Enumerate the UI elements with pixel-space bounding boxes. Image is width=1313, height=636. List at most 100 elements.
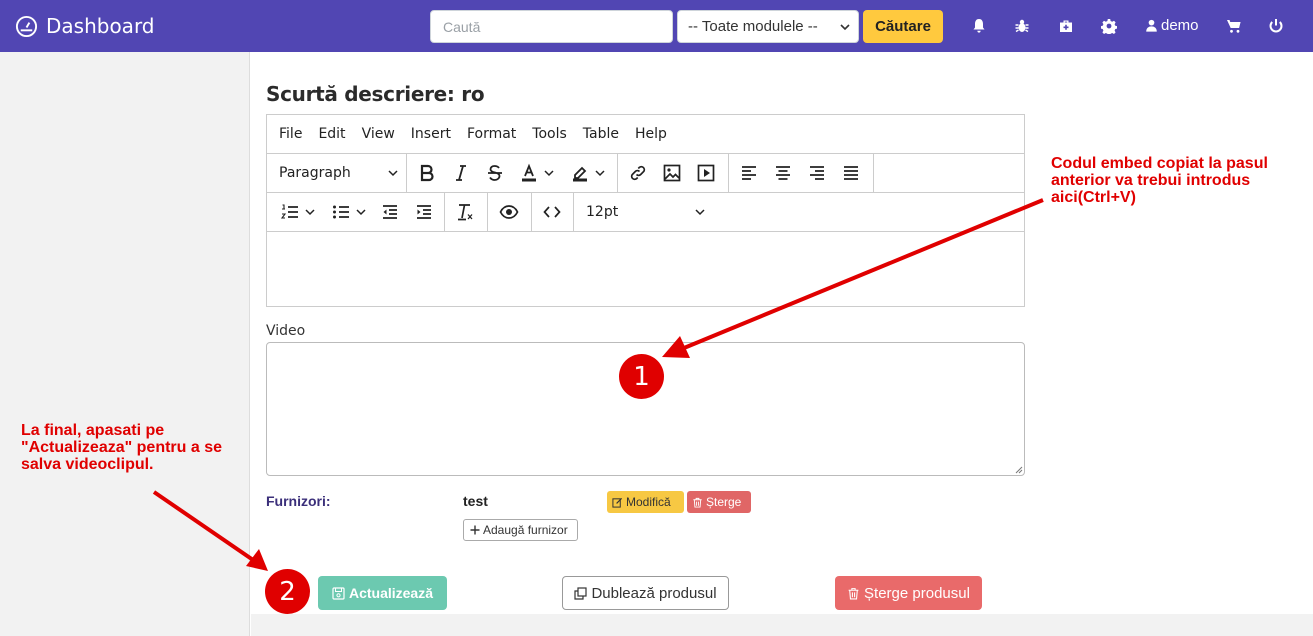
sidebar (0, 52, 250, 636)
add-supplier-label: Adaugă furnizor (483, 523, 568, 537)
italic-button[interactable] (444, 154, 478, 192)
module-select-value: -- Toate modulele -- (688, 18, 818, 35)
menu-insert[interactable]: Insert (411, 126, 451, 142)
block-format-dropdown[interactable]: Paragraph (267, 154, 405, 192)
bug-icon[interactable] (1014, 18, 1030, 34)
section-title: Scurtă descriere: ro (266, 82, 485, 106)
video-label: Video (266, 323, 306, 339)
editor-toolbar-row-1: Paragraph (267, 154, 1024, 193)
chevron-down-icon (695, 209, 705, 216)
strikethrough-icon (488, 165, 502, 181)
duplicate-product-label: Dublează produsul (591, 584, 717, 602)
align-justify-icon (844, 166, 858, 180)
clear-formatting-button[interactable] (448, 193, 482, 231)
bullet-list-icon (333, 205, 349, 219)
preview-button[interactable] (491, 193, 527, 231)
indent-icon (417, 205, 431, 219)
insert-media-button[interactable] (689, 154, 723, 192)
medkit-icon[interactable] (1058, 18, 1074, 34)
chevron-down-icon (595, 170, 605, 177)
bold-button[interactable] (410, 154, 444, 192)
menu-view[interactable]: View (362, 126, 395, 142)
chevron-down-icon (544, 170, 554, 177)
supplier-name: test (463, 493, 488, 509)
copy-icon (574, 586, 588, 600)
chevron-down-icon (356, 209, 366, 216)
module-select[interactable]: -- Toate modulele -- (677, 10, 859, 43)
font-size-value: 12pt (586, 204, 619, 220)
duplicate-product-button[interactable]: Dublează produsul (562, 576, 729, 610)
eye-icon (499, 205, 519, 219)
align-right-button[interactable] (800, 154, 834, 192)
image-icon (663, 164, 681, 182)
user-menu[interactable]: demo (1145, 17, 1199, 34)
text-color-button[interactable] (512, 154, 562, 192)
editor-content-area[interactable] (267, 232, 1024, 306)
top-navbar: Dashboard -- Toate modulele -- Căutare d… (0, 0, 1313, 52)
delete-supplier-label: Șterge (706, 495, 742, 509)
insert-link-button[interactable] (621, 154, 655, 192)
outdent-icon (383, 205, 397, 219)
align-center-icon (776, 166, 790, 180)
menu-table[interactable]: Table (583, 126, 619, 142)
modify-supplier-button[interactable]: Modifică (607, 491, 684, 513)
update-button[interactable]: Actualizează (318, 576, 447, 610)
delete-product-label: Șterge produsul (864, 584, 970, 602)
link-icon (630, 165, 646, 181)
cart-icon[interactable] (1226, 18, 1242, 34)
annotation-note-1: Codul embed copiat la pasul anterior va … (1051, 155, 1268, 206)
align-right-icon (810, 166, 824, 180)
plus-icon (470, 525, 480, 535)
dashboard-gauge-icon (15, 15, 38, 37)
trash-icon (693, 497, 702, 508)
add-supplier-button[interactable]: Adaugă furnizor (463, 519, 578, 541)
chevron-down-icon (388, 170, 398, 177)
user-icon (1146, 19, 1157, 32)
brand-title: Dashboard (46, 14, 155, 38)
menu-tools[interactable]: Tools (532, 126, 567, 142)
delete-product-button[interactable]: Șterge produsul (835, 576, 982, 610)
power-icon[interactable] (1268, 18, 1284, 34)
rich-text-editor: File Edit View Insert Format Tools Table… (266, 114, 1025, 307)
highlight-color-button[interactable] (564, 154, 612, 192)
insert-image-button[interactable] (655, 154, 689, 192)
bullet-list-button[interactable] (324, 193, 374, 231)
numbered-list-button[interactable] (273, 193, 323, 231)
delete-supplier-button[interactable]: Șterge (687, 491, 751, 513)
search-button[interactable]: Căutare (863, 10, 943, 43)
resize-handle-icon[interactable] (1014, 465, 1023, 474)
gear-icon[interactable] (1101, 18, 1117, 34)
chevron-down-icon (840, 24, 850, 31)
modify-supplier-label: Modifică (626, 495, 671, 509)
suppliers-label: Furnizori: (266, 493, 331, 509)
step-badge-2: 2 (265, 569, 310, 614)
step-badge-1: 1 (619, 354, 664, 399)
edit-icon (612, 497, 623, 508)
numbered-list-icon (280, 204, 298, 219)
text-color-icon (522, 163, 536, 182)
align-justify-button[interactable] (834, 154, 868, 192)
annotation-note-2: La final, apasati pe "Actualizeaza" pent… (21, 422, 223, 473)
strikethrough-button[interactable] (478, 154, 512, 192)
menu-file[interactable]: File (279, 126, 302, 142)
trash-icon (848, 587, 859, 599)
page-footer-strip (251, 614, 1313, 636)
menu-format[interactable]: Format (467, 126, 516, 142)
italic-icon (456, 165, 466, 181)
brand[interactable]: Dashboard (15, 13, 155, 39)
indent-button[interactable] (407, 193, 441, 231)
menu-edit[interactable]: Edit (318, 126, 345, 142)
media-icon (697, 164, 715, 182)
editor-toolbar-row-2: 12pt (267, 193, 1024, 232)
align-left-icon (742, 166, 756, 180)
user-name: demo (1161, 17, 1199, 34)
block-format-value: Paragraph (279, 165, 351, 181)
align-center-button[interactable] (766, 154, 800, 192)
align-left-button[interactable] (732, 154, 766, 192)
search-input[interactable] (430, 10, 673, 43)
menu-help[interactable]: Help (635, 126, 667, 142)
source-code-button[interactable] (535, 193, 569, 231)
bell-icon[interactable] (971, 18, 987, 34)
font-size-dropdown[interactable]: 12pt (574, 193, 705, 231)
outdent-button[interactable] (373, 193, 407, 231)
